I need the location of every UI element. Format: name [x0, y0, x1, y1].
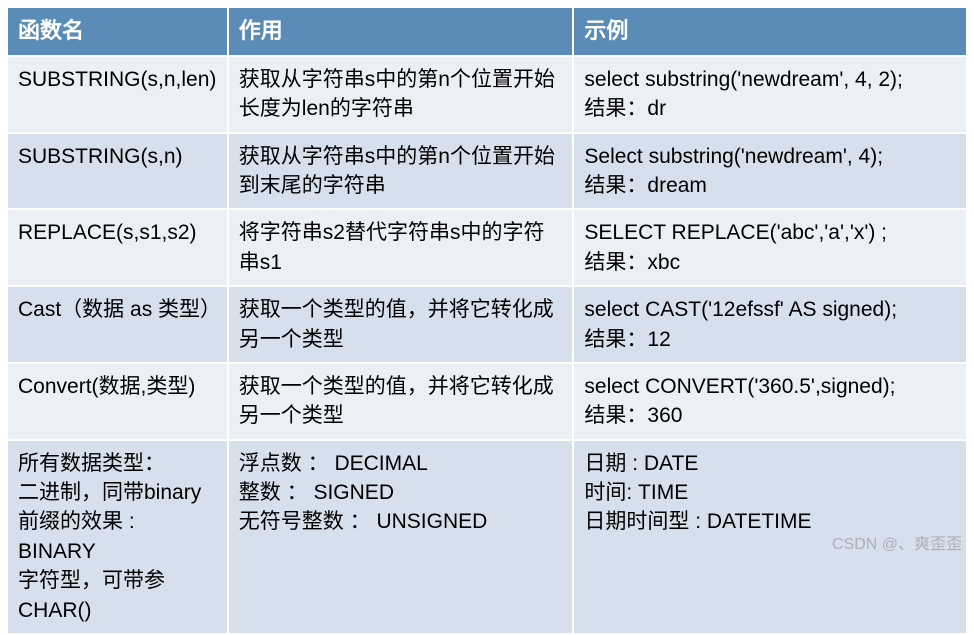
table-row: Convert(数据,类型) 获取一个类型的值，并将它转化成另一个类型 sele…: [7, 363, 967, 440]
cell-example: select CAST('12efssf' AS signed);结果：12: [573, 286, 967, 363]
table-row: SUBSTRING(s,n,len) 获取从字符串s中的第n个位置开始长度为le…: [7, 56, 967, 133]
function-reference-table: 函数名 作用 示例 SUBSTRING(s,n,len) 获取从字符串s中的第n…: [6, 6, 968, 635]
table-row: SUBSTRING(s,n) 获取从字符串s中的第n个位置开始到末尾的字符串 S…: [7, 133, 967, 210]
cell-name: REPLACE(s,s1,s2): [7, 209, 228, 286]
cell-desc: 将字符串s2替代字符串s中的字符串s1: [228, 209, 574, 286]
col-header-name: 函数名: [7, 7, 228, 56]
cell-example: SELECT REPLACE('abc','a','x') ;结果：xbc: [573, 209, 967, 286]
cell-name: Convert(数据,类型): [7, 363, 228, 440]
table-row: REPLACE(s,s1,s2) 将字符串s2替代字符串s中的字符串s1 SEL…: [7, 209, 967, 286]
cell-name: 所有数据类型：二进制，同带binary前缀的效果 : BINARY 字符型，可带…: [7, 440, 228, 634]
cell-name: SUBSTRING(s,n): [7, 133, 228, 210]
table-header-row: 函数名 作用 示例: [7, 7, 967, 56]
cell-desc: 浮点数 ： DECIMAL整数 ： SIGNED无符号整数 ： UNSIGNED: [228, 440, 574, 634]
table-row: 所有数据类型：二进制，同带binary前缀的效果 : BINARY 字符型，可带…: [7, 440, 967, 634]
table-row: Cast（数据 as 类型） 获取一个类型的值，并将它转化成另一个类型 sele…: [7, 286, 967, 363]
cell-desc: 获取一个类型的值，并将它转化成另一个类型: [228, 286, 574, 363]
cell-example: select substring('newdream', 4, 2);结果：dr: [573, 56, 967, 133]
cell-name: Cast（数据 as 类型）: [7, 286, 228, 363]
col-header-desc: 作用: [228, 7, 574, 56]
cell-name: SUBSTRING(s,n,len): [7, 56, 228, 133]
cell-desc: 获取从字符串s中的第n个位置开始长度为len的字符串: [228, 56, 574, 133]
cell-example: 日期 : DATE时间: TIME日期时间型 : DATETIME: [573, 440, 967, 634]
cell-desc: 获取从字符串s中的第n个位置开始到末尾的字符串: [228, 133, 574, 210]
col-header-example: 示例: [573, 7, 967, 56]
cell-example: Select substring('newdream', 4);结果：dream: [573, 133, 967, 210]
cell-desc: 获取一个类型的值，并将它转化成另一个类型: [228, 363, 574, 440]
cell-example: select CONVERT('360.5',signed);结果：360: [573, 363, 967, 440]
